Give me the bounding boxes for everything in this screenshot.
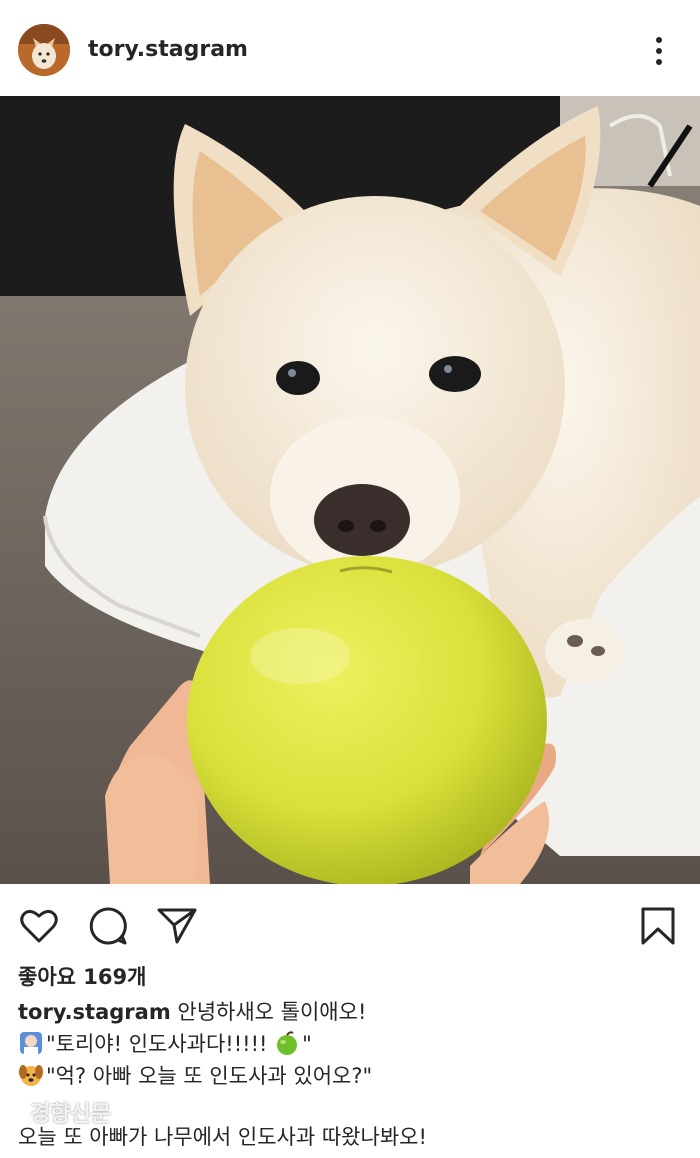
post-header: tory.stagram xyxy=(0,0,700,96)
caption-text-2-end: " xyxy=(302,1032,312,1056)
caption-text-3: "억? 아빠 오늘 또 인도사과 있어오?" xyxy=(46,1064,373,1088)
watermark: 경향신문 xyxy=(30,1102,111,1127)
heart-icon xyxy=(20,909,58,943)
post-photo[interactable] xyxy=(0,96,700,884)
header-username[interactable]: tory.stagram xyxy=(88,36,248,64)
more-vertical-icon xyxy=(656,37,662,65)
bookmark-icon xyxy=(641,907,675,945)
comment-button[interactable] xyxy=(86,904,130,948)
more-options-button[interactable] xyxy=(642,34,676,68)
dog-face-emoji-icon xyxy=(19,1065,43,1086)
green-apple-emoji-icon xyxy=(277,1031,298,1055)
caption-text-2: "토리야! 인도사과다!!!!! xyxy=(46,1032,275,1056)
caption-text-1: 안녕하새오 톨이애오! xyxy=(170,1000,367,1024)
caption-line-2: "토리야! 인도사과다!!!!! " xyxy=(18,1029,312,1059)
caption-line-1: tory.stagram 안녕하새오 톨이애오! xyxy=(18,997,366,1027)
like-button[interactable] xyxy=(17,904,61,948)
dog-avatar-icon xyxy=(18,24,70,76)
avatar[interactable] xyxy=(18,24,70,76)
caption-line-3: "억? 아빠 오늘 또 인도사과 있어오?" xyxy=(18,1061,372,1091)
dog-with-apple-photo xyxy=(0,96,700,884)
action-bar xyxy=(0,884,700,964)
caption-username[interactable]: tory.stagram xyxy=(18,1000,171,1024)
share-icon xyxy=(157,908,197,944)
save-button[interactable] xyxy=(636,904,680,948)
person-emoji-icon xyxy=(20,1032,42,1054)
likes-count[interactable]: 좋아요 169개 xyxy=(18,962,146,992)
share-button[interactable] xyxy=(155,904,199,948)
comment-icon xyxy=(89,907,127,945)
